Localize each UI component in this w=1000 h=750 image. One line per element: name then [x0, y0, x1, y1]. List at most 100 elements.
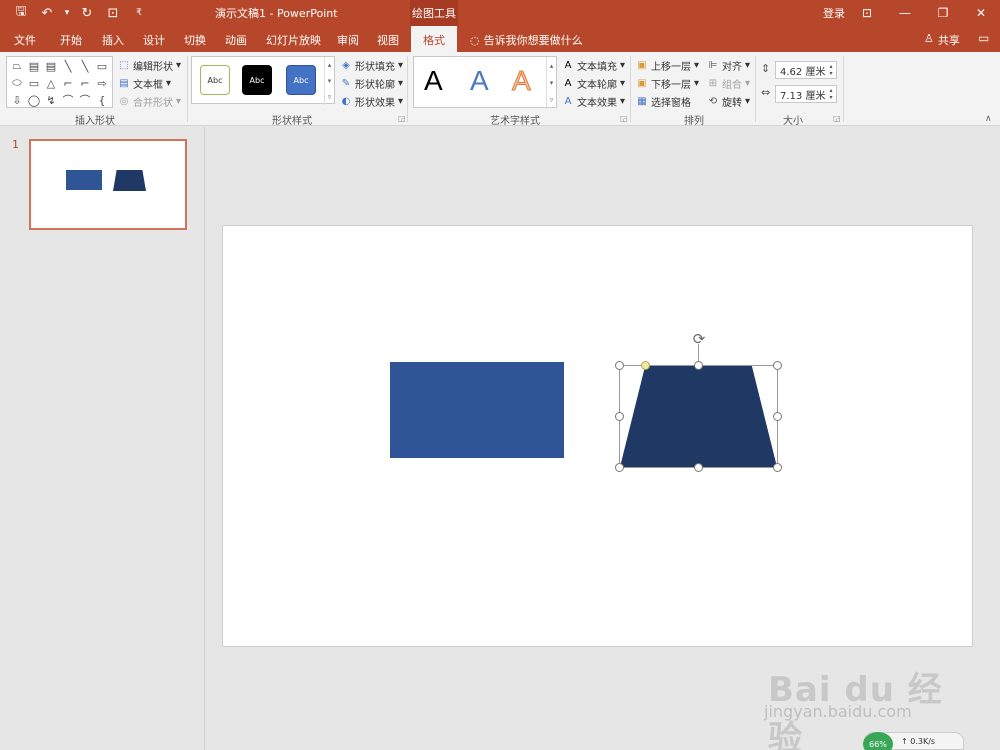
gallery-scroll[interactable]: ▴ ▾ ▿: [546, 57, 556, 109]
tab-transitions[interactable]: 切换: [184, 32, 206, 48]
resize-handle-bottom-left[interactable]: [615, 463, 624, 472]
dialog-launcher-icon[interactable]: ◲: [620, 114, 628, 123]
chevron-down-icon: ▾: [398, 96, 404, 107]
text-outline-button[interactable]: A 文本轮廓 ▾: [562, 76, 625, 91]
wordart-styles-gallery[interactable]: A A A ▴ ▾ ▿: [413, 56, 557, 109]
shape-item[interactable]: ⌐: [77, 75, 93, 91]
shape-item[interactable]: ⌒: [77, 92, 93, 108]
comment-icon[interactable]: ▭: [978, 31, 989, 45]
undo-icon[interactable]: ↶: [36, 3, 58, 23]
rotate-handle-icon[interactable]: ⟳: [690, 330, 708, 348]
gallery-scroll[interactable]: ▴ ▾ ▿: [324, 57, 334, 105]
rotate-button[interactable]: ⟲ 旋转 ▾: [707, 94, 750, 109]
resize-handle-right[interactable]: [773, 412, 782, 421]
align-button[interactable]: ⊫ 对齐 ▾: [707, 58, 750, 73]
tell-me-text: 告诉我你想要做什么: [483, 34, 583, 47]
dialog-launcher-icon[interactable]: ◲: [833, 114, 841, 123]
close-icon[interactable]: ✕: [962, 0, 1000, 26]
shape-item[interactable]: ╲: [77, 58, 93, 74]
tab-file[interactable]: 文件: [14, 32, 36, 48]
customize-qat-icon[interactable]: ₹: [128, 3, 150, 23]
shape-style-item[interactable]: Abc: [242, 65, 272, 95]
merge-shapes-button[interactable]: ◎ 合并形状 ▾: [118, 94, 181, 109]
tab-view[interactable]: 视图: [377, 32, 399, 48]
start-from-beginning-icon[interactable]: ⊡: [102, 3, 124, 23]
height-value: 4.62 厘米: [780, 66, 826, 78]
rectangle-shape[interactable]: [390, 362, 564, 458]
slide-thumbnail[interactable]: [29, 139, 187, 230]
minimize-icon[interactable]: —: [886, 0, 924, 26]
collapse-ribbon-icon[interactable]: ∧: [985, 114, 992, 124]
shape-item[interactable]: △: [43, 75, 59, 91]
text-box-button[interactable]: ▤ 文本框 ▾: [118, 76, 171, 91]
shape-item[interactable]: {: [94, 92, 110, 108]
text-effects-label: 文本效果: [577, 98, 617, 109]
tab-format[interactable]: 格式: [411, 26, 457, 52]
width-spinner[interactable]: ▴ ▾: [826, 87, 836, 101]
network-speed-widget[interactable]: 66% ↑ 0.3K/s: [863, 732, 964, 750]
resize-handle-bottom[interactable]: [694, 463, 703, 472]
selection-pane-button[interactable]: ▦ 选择窗格: [636, 94, 691, 109]
shape-item[interactable]: ▤: [43, 58, 59, 74]
ribbon: ⏢ ▤ ▤ ╲ ╲ ▭ ⬭ ▭ △ ⌐ ⌐ ⇨ ⇩ ◯ ↯ ⌒ ⌒ { ⬚ 编辑…: [0, 52, 1000, 127]
height-input[interactable]: 4.62 厘米 ▴ ▾: [775, 61, 837, 79]
send-backward-label: 下移一层: [651, 80, 691, 91]
wordart-style-item[interactable]: A: [512, 65, 532, 97]
resize-handle-top[interactable]: [694, 361, 703, 370]
chevron-down-icon: ▾: [745, 60, 751, 71]
shape-item[interactable]: ⇩: [9, 92, 25, 108]
shape-effects-button[interactable]: ◐ 形状效果 ▾: [340, 94, 403, 109]
redo-icon[interactable]: ↻: [76, 3, 98, 23]
shape-item[interactable]: ⌒: [60, 92, 76, 108]
width-input[interactable]: 7.13 厘米 ▴ ▾: [775, 85, 837, 103]
shape-outline-button[interactable]: ✎ 形状轮廓 ▾: [340, 76, 403, 91]
shape-item[interactable]: ◯: [26, 92, 42, 108]
shapes-gallery[interactable]: ⏢ ▤ ▤ ╲ ╲ ▭ ⬭ ▭ △ ⌐ ⌐ ⇨ ⇩ ◯ ↯ ⌒ ⌒ {: [6, 56, 113, 108]
edit-shape-label: 编辑形状: [133, 62, 173, 73]
text-fill-button[interactable]: A 文本填充 ▾: [562, 58, 625, 73]
shape-item[interactable]: ▤: [26, 58, 42, 74]
shape-style-item[interactable]: Abc: [286, 65, 316, 95]
resize-handle-left[interactable]: [615, 412, 624, 421]
shape-item[interactable]: ▭: [94, 58, 110, 74]
resize-handle-bottom-right[interactable]: [773, 463, 782, 472]
save-icon[interactable]: 🖫: [10, 3, 32, 23]
slide-canvas[interactable]: [222, 225, 973, 647]
group-button[interactable]: ⊞ 组合 ▾: [707, 76, 750, 91]
shape-styles-gallery[interactable]: Abc Abc Abc ▴ ▾ ▿: [191, 56, 335, 105]
login-link[interactable]: 登录: [823, 5, 845, 21]
shape-item[interactable]: ▭: [26, 75, 42, 91]
wordart-style-item[interactable]: A: [424, 65, 443, 97]
tab-insert[interactable]: 插入: [102, 32, 124, 48]
shape-fill-button[interactable]: ◈ 形状填充 ▾: [340, 58, 403, 73]
share-button[interactable]: ♙ 共享: [924, 32, 960, 48]
resize-handle-top-left[interactable]: [615, 361, 624, 370]
tab-slideshow[interactable]: 幻灯片放映: [266, 32, 321, 48]
restore-icon[interactable]: ❐: [924, 0, 962, 26]
shape-item[interactable]: ⌐: [60, 75, 76, 91]
text-effects-button[interactable]: A 文本效果 ▾: [562, 94, 625, 109]
wordart-style-item[interactable]: A: [470, 65, 489, 97]
shape-item[interactable]: ⇨: [94, 75, 110, 91]
tab-animations[interactable]: 动画: [225, 32, 247, 48]
ribbon-display-options-icon[interactable]: ⊡: [848, 0, 886, 26]
tab-design[interactable]: 设计: [143, 32, 165, 48]
text-outline-icon: A: [564, 78, 572, 89]
resize-handle-top-right[interactable]: [773, 361, 782, 370]
undo-dropdown-icon[interactable]: ▾: [62, 3, 72, 23]
tab-review[interactable]: 审阅: [337, 32, 359, 48]
height-spinner[interactable]: ▴ ▾: [826, 63, 836, 77]
shape-item[interactable]: ⬭: [9, 75, 25, 91]
shape-item[interactable]: ⏢: [9, 58, 25, 74]
tab-home[interactable]: 开始: [60, 32, 82, 48]
shape-item[interactable]: ↯: [43, 92, 59, 108]
context-tab-title: 绘图工具: [410, 0, 458, 26]
adjust-handle[interactable]: [641, 361, 650, 370]
shape-style-item[interactable]: Abc: [200, 65, 230, 95]
send-backward-button[interactable]: ▣ 下移一层 ▾: [636, 76, 699, 91]
shape-item[interactable]: ╲: [60, 58, 76, 74]
bring-forward-button[interactable]: ▣ 上移一层 ▾: [636, 58, 699, 73]
dialog-launcher-icon[interactable]: ◲: [398, 114, 406, 123]
tell-me-search[interactable]: ◌ 告诉我你想要做什么: [470, 32, 583, 48]
edit-shape-button[interactable]: ⬚ 编辑形状 ▾: [118, 58, 181, 73]
